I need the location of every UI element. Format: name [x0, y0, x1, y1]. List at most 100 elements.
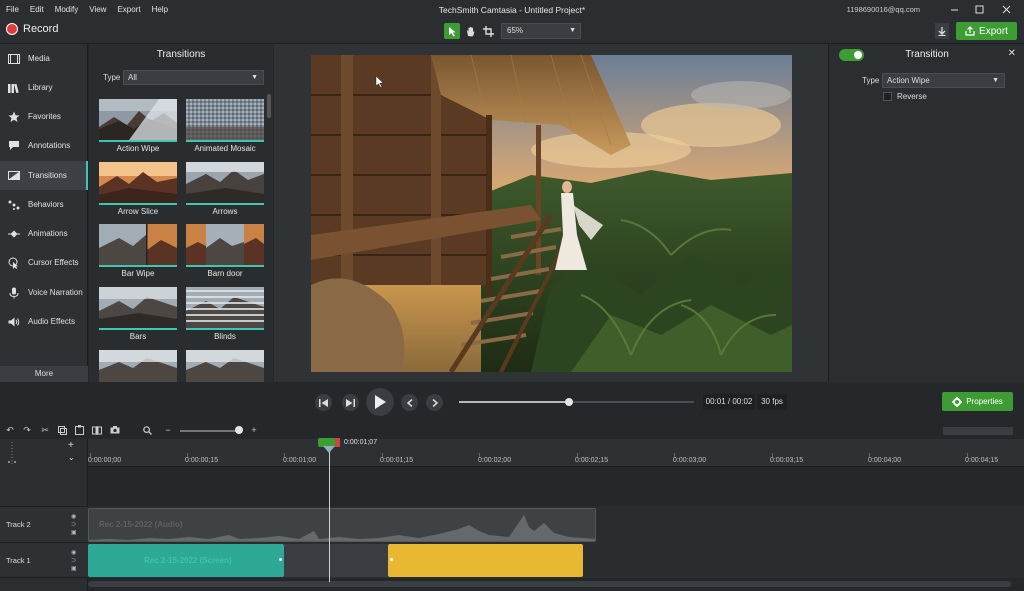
step-back-icon[interactable]: [315, 394, 332, 411]
scrub-progress: [459, 401, 570, 403]
cut-icon[interactable]: ✂: [39, 424, 51, 436]
hand-tool-icon[interactable]: [462, 23, 478, 39]
playhead-line[interactable]: [329, 452, 330, 582]
sidebar-item-cursor-effects[interactable]: Cursor Effects: [0, 248, 88, 277]
transition-thumb[interactable]: [99, 350, 177, 382]
download-icon[interactable]: [935, 23, 949, 39]
zoom-select[interactable]: 65% ▼: [501, 23, 581, 39]
copy-icon[interactable]: [56, 424, 68, 436]
record-button[interactable]: Record: [6, 23, 58, 35]
paste-icon[interactable]: [73, 424, 85, 436]
properties-button[interactable]: Properties: [942, 392, 1013, 411]
transition-thumb-blinds[interactable]: Blinds: [186, 287, 264, 343]
record-label: Record: [23, 23, 59, 35]
play-icon[interactable]: [366, 388, 394, 416]
transition-thumb-bars[interactable]: Bars: [99, 287, 177, 343]
transition-thumb-animated-mosaic[interactable]: Animated Mosaic: [186, 99, 264, 155]
scrollbar[interactable]: [267, 94, 271, 118]
step-forward-icon[interactable]: [342, 394, 359, 411]
minimize-icon[interactable]: [940, 0, 968, 19]
behaviors-icon: [8, 199, 20, 211]
add-track-icon[interactable]: +: [68, 440, 74, 451]
transition-thumb-bar-wipe[interactable]: Bar Wipe: [99, 224, 177, 280]
thumb-label: Bars: [129, 332, 147, 341]
zoom-out-icon[interactable]: −: [162, 424, 174, 436]
menu-edit[interactable]: Edit: [30, 5, 44, 14]
tick-label: 0:00:01;15: [380, 457, 414, 464]
transition-type-select[interactable]: Action Wipe ▼: [882, 73, 1005, 88]
track-header-1[interactable]: Track 1 ◉ ⊃ ▣: [0, 542, 88, 578]
sidebar-item-label: Favorites: [28, 112, 61, 121]
transition-thumb-arrow-slice[interactable]: Arrow Slice: [99, 162, 177, 218]
transition-thumb-arrows[interactable]: Arrows: [186, 162, 264, 218]
transition-preview: [186, 224, 264, 265]
timeline-horizontal-scrollbar[interactable]: [88, 581, 1011, 587]
menu-export[interactable]: Export: [117, 5, 140, 14]
menu-help[interactable]: Help: [152, 5, 168, 14]
type-select[interactable]: All ▼: [123, 70, 264, 85]
screen-clip[interactable]: Rec 2-15-2022 (Screen): [88, 544, 284, 577]
timeline-zoom-handle[interactable]: [235, 426, 243, 434]
menu-modify[interactable]: Modify: [55, 5, 79, 14]
sidebar-item-label: Audio Effects: [28, 317, 75, 326]
sidebar-item-voice-narration[interactable]: Voice Narration: [0, 278, 88, 307]
split-icon[interactable]: [91, 424, 103, 436]
sidebar-item-audio-effects[interactable]: Audio Effects: [0, 307, 88, 336]
sidebar-item-label: Behaviors: [28, 200, 64, 209]
record-icon: [6, 23, 18, 35]
sidebar-item-annotations[interactable]: Annotations: [0, 131, 88, 160]
chevron-down-icon[interactable]: ⌄: [68, 453, 75, 462]
close-icon[interactable]: ✕: [1008, 48, 1016, 59]
zoom-in-icon[interactable]: +: [248, 424, 260, 436]
transition-preview: [186, 350, 264, 382]
tick-label: 0:00:01;00: [283, 457, 317, 464]
sidebar-item-media[interactable]: Media: [0, 44, 88, 73]
camera-icon[interactable]: [109, 424, 121, 436]
select-tool-icon[interactable]: [444, 23, 460, 39]
redo-icon[interactable]: ↷: [21, 424, 33, 436]
scrub-bar[interactable]: [459, 398, 694, 406]
timeline-scroll-indicator[interactable]: [943, 427, 1013, 435]
transition-thumb[interactable]: [186, 350, 264, 382]
transition-clip[interactable]: [388, 544, 583, 577]
track-header-2[interactable]: Track 2 ◉ ⊃ ▣: [0, 506, 88, 542]
sidebar-item-favorites[interactable]: Favorites: [0, 102, 88, 131]
export-button[interactable]: Export: [956, 22, 1017, 40]
scrub-handle[interactable]: [565, 398, 574, 406]
speaker-icon: [8, 316, 20, 328]
menu-file[interactable]: File: [6, 5, 19, 14]
sidebar: Media Library Favorites Annotations Tran…: [0, 44, 88, 382]
timeline-ruler[interactable]: 0:00:00;00 0:00:00;15 0:00:01;00 0:00:01…: [88, 439, 1024, 467]
sidebar-item-library[interactable]: Library: [0, 73, 88, 102]
track-resize-icon[interactable]: [8, 442, 16, 466]
sidebar-item-transitions[interactable]: Transitions: [0, 161, 88, 190]
reverse-checkbox[interactable]: [883, 92, 892, 101]
maximize-icon[interactable]: [965, 0, 993, 19]
transition-thumb-action-wipe[interactable]: Action Wipe: [99, 99, 177, 155]
transition-region[interactable]: [284, 544, 388, 577]
undo-icon[interactable]: ↶: [4, 424, 16, 436]
sidebar-item-behaviors[interactable]: Behaviors: [0, 190, 88, 219]
sidebar-item-animations[interactable]: Animations: [0, 219, 88, 248]
toolbar: Record 65% ▼ Export: [0, 19, 1024, 44]
track-visibility-icon[interactable]: ◉ ⊃ ▣: [71, 549, 77, 573]
crop-tool-icon[interactable]: [480, 23, 496, 39]
reverse-label: Reverse: [897, 92, 927, 101]
transition-thumb-barn-door[interactable]: Barn door: [186, 224, 264, 280]
video-preview[interactable]: [311, 54, 792, 374]
more-button[interactable]: More: [0, 366, 88, 382]
previous-icon[interactable]: [401, 394, 418, 411]
search-icon[interactable]: [141, 424, 153, 436]
library-icon: [8, 82, 20, 94]
account-label[interactable]: 1198690016@qq.com: [847, 5, 920, 14]
fps-display[interactable]: 30 fps: [757, 394, 787, 410]
timeline-zoom-slider[interactable]: [180, 430, 240, 432]
chevron-down-icon: ▼: [569, 27, 576, 34]
close-window-icon[interactable]: [992, 0, 1020, 19]
menu-view[interactable]: View: [89, 5, 106, 14]
track-visibility-icon[interactable]: ◉ ⊃ ▣: [71, 513, 77, 537]
audio-clip[interactable]: Rec 2-15-2022 (Audio): [88, 508, 596, 542]
title-bar: File Edit Modify View Export Help TechSm…: [0, 0, 1024, 19]
thumb-label: Animated Mosaic: [194, 144, 256, 153]
next-icon[interactable]: [426, 394, 443, 411]
